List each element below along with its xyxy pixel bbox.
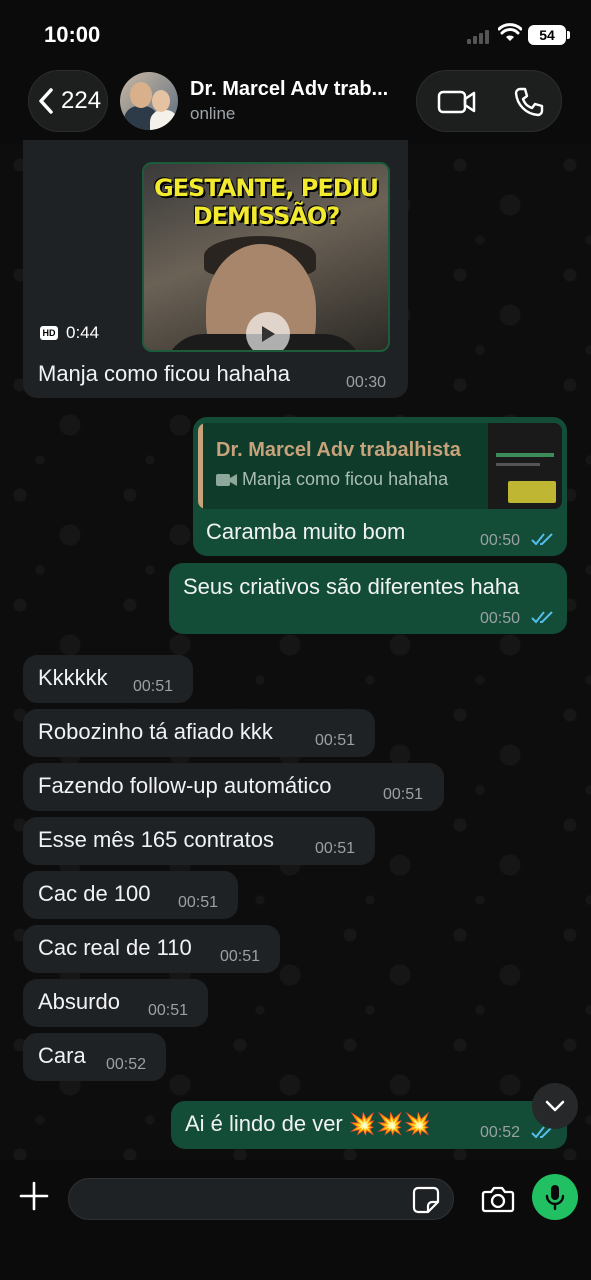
quote-thumbnail [488,423,562,509]
message-text: Kkkkkk [38,665,108,690]
battery-icon: 54 [528,25,570,45]
message-input[interactable] [68,1178,454,1220]
sticker-icon[interactable] [412,1186,440,1214]
video-thumbnail[interactable]: GESTANTE, PEDIU DEMISSÃO? [142,162,390,352]
chevron-down-icon [545,1100,565,1112]
message-time: 00:51 [148,1002,189,1019]
hd-icon: HD [40,326,58,340]
play-icon[interactable] [246,312,290,350]
phone-call-icon[interactable] [513,86,545,118]
reply-quote[interactable]: Dr. Marcel Adv trabalhista Manja como fi… [198,423,562,509]
back-chevron-icon [39,88,53,114]
message-text: Ai é lindo de ver 💥💥💥 [185,1111,432,1136]
contact-status: online [190,104,236,123]
message-text: Robozinho tá afiado kkk [38,719,273,744]
message-time: 00:51 [178,894,219,911]
message-text: Cac real de 110 [38,935,192,960]
plus-icon[interactable] [18,1180,50,1212]
status-time: 10:00 [44,22,101,47]
message-text: Esse mês 165 contratos [38,827,275,852]
unread-count: 224 [61,87,102,114]
mic-button[interactable] [532,1174,578,1220]
message-text: Absurdo [38,989,120,1014]
video-title: GESTANTE, PEDIU DEMISSÃO? [153,174,379,230]
message-time: 00:30 [346,374,387,391]
back-button[interactable]: 224 [28,70,108,132]
message-text: Manja como ficou hahaha [38,361,290,386]
quote-text: Manja como ficou hahaha [242,469,449,489]
chat-header: 224 Dr. Marcel Adv trab... online [0,62,591,145]
message-composer [0,1160,591,1280]
message-time: 00:52 [480,1124,521,1141]
message-time: 00:51 [220,948,261,965]
message-time: 00:50 [480,610,521,627]
mic-icon [545,1185,565,1211]
contact-name[interactable]: Dr. Marcel Adv trab... [190,78,400,101]
message-time: 00:50 [480,532,521,549]
message-time: 00:51 [315,840,356,857]
message-text: Fazendo follow-up automático [38,773,332,798]
call-actions [416,70,562,132]
double-check-icon [531,533,553,546]
message-time: 00:51 [383,786,424,803]
contact-avatar[interactable] [120,72,178,130]
wifi-icon [498,23,522,41]
battery-level: 54 [539,27,555,43]
quote-author: Dr. Marcel Adv trabalhista [216,439,461,461]
message-time: 00:51 [315,732,356,749]
message-text: Caramba muito bom [206,519,406,544]
message-text: Cac de 100 [38,881,151,906]
message-time: 00:51 [133,678,174,695]
message-time: 00:52 [106,1056,147,1073]
status-bar: 10:00 54 [0,0,591,62]
signal-icon [467,30,491,44]
video-duration: 0:44 [66,323,100,342]
video-call-icon[interactable] [437,87,477,117]
double-check-icon [531,611,553,624]
message-text: Seus criativos são diferentes haha [183,574,520,599]
video-camera-icon [216,474,237,486]
message-text: Cara [38,1043,86,1068]
camera-icon[interactable] [481,1184,515,1214]
scroll-to-bottom-button[interactable] [532,1083,578,1129]
